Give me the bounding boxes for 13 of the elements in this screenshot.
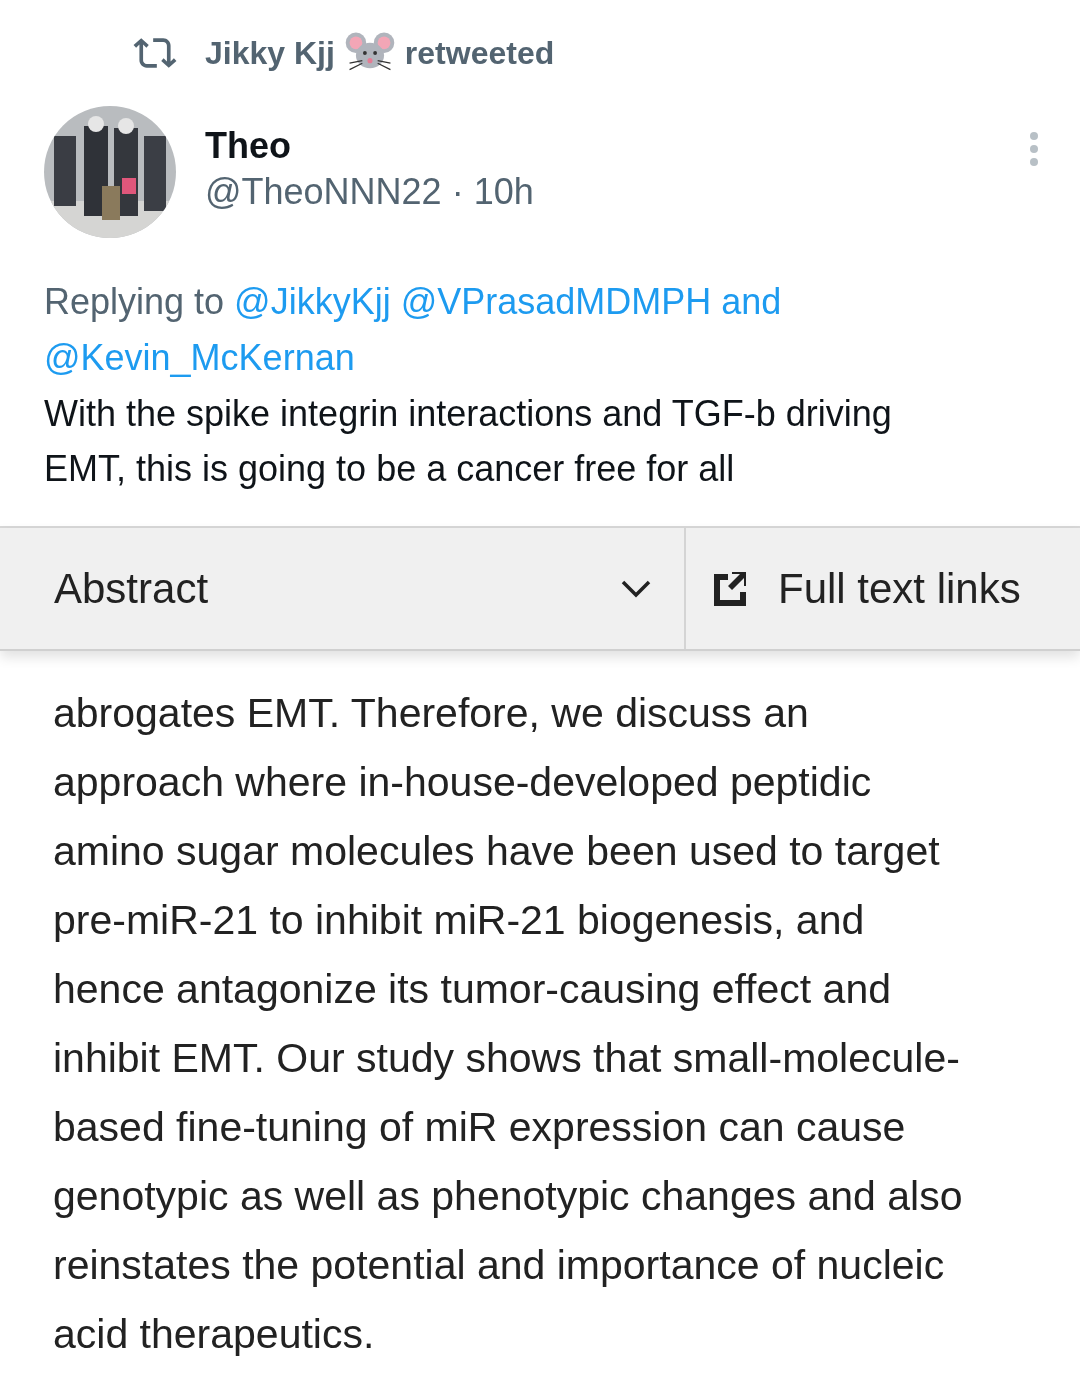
tweet-text: With the spike integrin interactions and TGF-b driving EMT, this is going to be a cancer free for all	[43, 392, 893, 491]
abstract-dropdown[interactable]: Abstract	[0, 528, 686, 649]
abstract-paragraph: abrogates EMT. Therefore, we discuss an approach where in-house-developed peptidic amino sugar molecules have been used to target pre-miR-21 to inhibit miR-21 biogenesis, and hence antagonize its tumor-causing effect and inhibit EMT. Our study shows that small-molecule-based fine-tuning of miR expression can cause genotypic as well as phenotypic changes and also reinstates the potential and importance of nucleic acid therapeutics.	[52, 689, 964, 1359]
retweeter-name[interactable]: Jikky Kjj	[205, 34, 335, 72]
retweet-label: retweeted	[404, 34, 555, 72]
replying-to-label: Replying to	[44, 280, 225, 324]
author-handle[interactable]: @TheoNNN22	[205, 168, 442, 216]
separator-dot: ·	[451, 170, 464, 214]
tweet-time[interactable]: 10h	[473, 168, 534, 216]
external-link-icon	[714, 571, 748, 606]
chevron-down-icon	[620, 578, 652, 599]
full-text-links-button[interactable]: Full text links	[686, 528, 1080, 649]
author-name[interactable]: Theo	[205, 124, 1028, 168]
